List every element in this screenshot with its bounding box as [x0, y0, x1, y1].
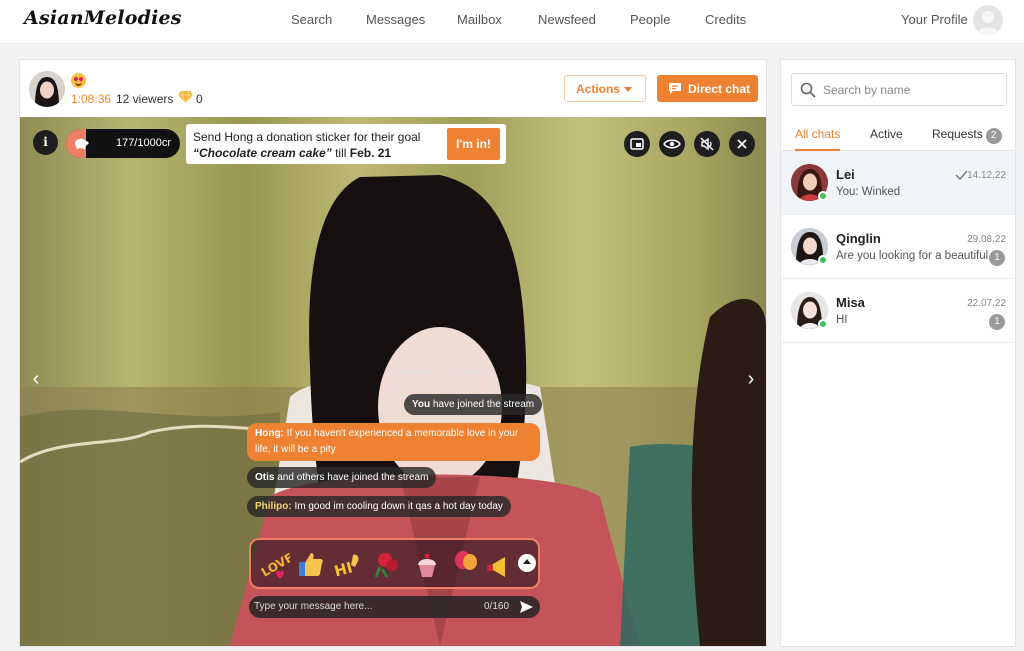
your-profile-link[interactable]: Your Profile: [901, 12, 968, 27]
online-status-indicator: [818, 255, 828, 265]
conversation-name: Lei: [836, 167, 855, 182]
chat-search-box[interactable]: [791, 73, 1007, 106]
chat-text: and others have joined the stream: [274, 472, 429, 483]
nav-people[interactable]: People: [630, 12, 670, 27]
info-icon[interactable]: i: [33, 130, 58, 155]
diamond-icon: [178, 90, 193, 103]
conversation-item-misa[interactable]: Misa HI 22.07.22 1: [781, 279, 1015, 343]
actions-dropdown-button[interactable]: Actions: [564, 75, 646, 102]
stream-header: 1:08:36 12 viewers 0 Actions Direct chat: [20, 60, 766, 117]
rose-sticker[interactable]: [371, 547, 405, 581]
search-icon: [800, 82, 816, 98]
live-stream-panel: 1:08:36 12 viewers 0 Actions Direct chat: [19, 59, 767, 647]
chat-message: Philipo: Im good im cooling down it qas …: [247, 496, 511, 517]
close-icon[interactable]: [729, 131, 755, 157]
conversation-name: Misa: [836, 295, 865, 310]
chat-sender: Hong:: [255, 428, 284, 439]
chat-text: have joined the stream: [430, 399, 535, 410]
requests-count-badge: 2: [985, 128, 1002, 144]
profile-avatar[interactable]: [973, 5, 1003, 35]
svg-text:LOVE: LOVE: [259, 550, 290, 579]
nav-messages[interactable]: Messages: [366, 12, 425, 27]
nav-credits[interactable]: Credits: [705, 12, 746, 27]
previous-stream-arrow-icon[interactable]: ‹: [21, 364, 51, 394]
unread-count-badge: 1: [989, 250, 1005, 266]
horn-sticker[interactable]: [485, 547, 511, 581]
im-in-button[interactable]: I'm in!: [447, 128, 500, 160]
conversation-preview: Are you looking for a beautiful: [836, 250, 988, 262]
conversation-item-qinglin[interactable]: Qinglin Are you looking for a beautiful …: [781, 215, 1015, 279]
viewer-count: 12 viewers: [116, 92, 174, 106]
tab-active[interactable]: Active: [870, 127, 903, 151]
donation-goal-line: “Chocolate cream cake” till Feb. 21: [193, 146, 391, 160]
chat-bubble-icon: [669, 83, 681, 94]
conversation-item-lei[interactable]: Lei You: Winked 14.12.22: [781, 151, 1015, 215]
sticker-picker: LOVE HI: [249, 538, 540, 589]
unread-count-badge: 1: [989, 314, 1005, 330]
eye-icon[interactable]: [659, 131, 685, 157]
video-stream[interactable]: i 177/1000cr Send Hong a donation sticke…: [20, 117, 766, 646]
chats-sidebar: All chats Active Requests2 Lei You: Wink…: [780, 59, 1016, 647]
character-counter: 0/160: [484, 601, 510, 612]
donation-prompt: Send Hong a donation sticker for their g…: [193, 130, 421, 144]
actions-label: Actions: [576, 82, 621, 96]
donation-till-text: till: [331, 146, 350, 160]
direct-chat-button[interactable]: Direct chat: [657, 75, 758, 102]
tab-requests[interactable]: Requests 2: [932, 127, 1002, 151]
next-stream-arrow-icon[interactable]: ›: [736, 364, 766, 394]
cupcake-sticker[interactable]: [410, 547, 444, 581]
site-logo[interactable]: AsianMelodies: [24, 7, 182, 29]
message-placeholder: Type your message here...: [254, 601, 373, 612]
conversation-date: 29.08.22: [967, 234, 1006, 245]
chat-text: If you haven't experienced a memorable l…: [255, 428, 519, 455]
direct-chat-label: Direct chat: [688, 82, 751, 96]
online-status-indicator: [818, 191, 828, 201]
svg-text:HI: HI: [332, 558, 354, 580]
love-sticker[interactable]: LOVE: [256, 547, 290, 581]
balloon-sticker[interactable]: [449, 547, 483, 581]
conversation-preview: HI: [836, 314, 848, 326]
goal-progress-text: 177/1000cr: [115, 137, 171, 149]
chat-message: You have joined the stream: [404, 394, 543, 415]
conversation-date: 22.07.22: [967, 298, 1006, 309]
diamond-count: 0: [196, 92, 203, 106]
donation-goal-banner: Send Hong a donation sticker for their g…: [186, 124, 506, 164]
conversation-name: Qinglin: [836, 231, 881, 246]
nav-search[interactable]: Search: [291, 12, 332, 27]
chat-sender: Otis: [255, 472, 275, 483]
chat-sender: Philipo:: [255, 501, 292, 512]
tab-requests-label: Requests: [932, 127, 983, 141]
top-navigation-bar: AsianMelodies Search Messages Mailbox Ne…: [0, 0, 1024, 44]
chat-text: Im good im cooling down it qas a hot day…: [291, 501, 503, 512]
expand-stickers-icon[interactable]: [518, 554, 536, 572]
message-input[interactable]: Type your message here... 0/160: [249, 596, 540, 618]
nav-mailbox[interactable]: Mailbox: [457, 12, 502, 27]
nav-newsfeed[interactable]: Newsfeed: [538, 12, 596, 27]
picture-in-picture-icon[interactable]: [624, 131, 650, 157]
chat-message: Otis and others have joined the stream: [247, 467, 437, 488]
search-input[interactable]: [823, 80, 1001, 100]
chat-sender: You: [412, 399, 431, 410]
piggy-bank-icon: [75, 138, 89, 149]
chevron-down-icon: [624, 87, 632, 92]
host-chat-message: Hong: If you haven't experienced a memor…: [247, 423, 540, 461]
tab-all-chats[interactable]: All chats: [795, 127, 841, 151]
send-icon[interactable]: [519, 600, 534, 614]
stream-timer: 1:08:36: [71, 92, 112, 106]
hi-sticker[interactable]: HI: [331, 547, 365, 581]
read-check-icon: [955, 170, 968, 180]
donation-goal-date: Feb. 21: [349, 146, 392, 160]
goal-progress-bar[interactable]: 177/1000cr: [66, 129, 180, 158]
donation-goal-name: “Chocolate cream cake”: [193, 146, 332, 160]
host-avatar[interactable]: [29, 71, 65, 107]
chat-tabs: All chats Active Requests 2: [781, 122, 1015, 151]
online-status-indicator: [818, 319, 828, 329]
conversation-preview: You: Winked: [836, 186, 901, 198]
mute-icon[interactable]: [694, 131, 720, 157]
thumbs-up-sticker[interactable]: [293, 547, 327, 581]
conversation-date: 14.12.22: [967, 170, 1006, 181]
